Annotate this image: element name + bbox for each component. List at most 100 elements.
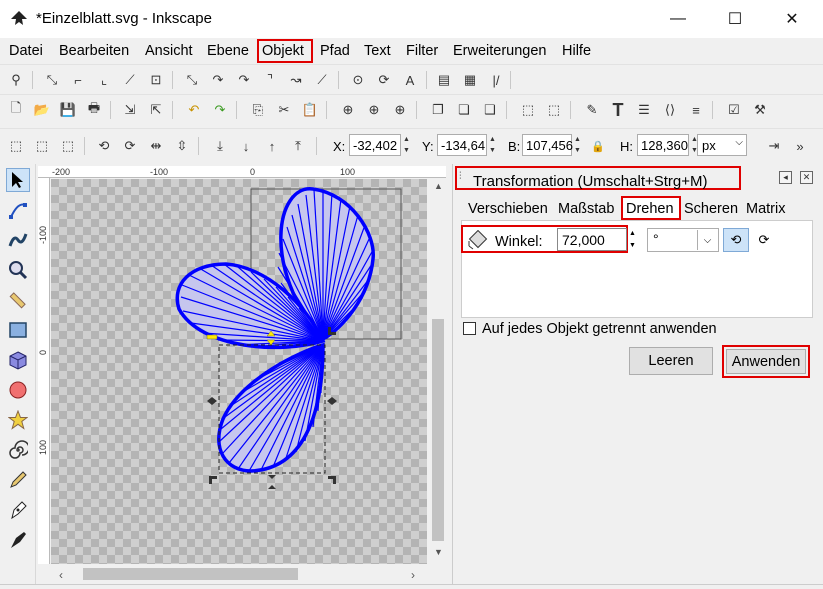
y-spinner[interactable]: ▲ ▼ [487, 134, 498, 156]
apply-button[interactable]: Anwenden [726, 349, 806, 374]
layers-icon[interactable]: ☰ [634, 100, 654, 120]
fill-stroke-icon[interactable]: ✎ [582, 100, 602, 120]
menu-objekt[interactable]: Objekt [262, 43, 304, 59]
drawing-canvas[interactable] [51, 179, 427, 564]
spiral-tool-icon[interactable] [6, 438, 30, 462]
select-all-layers-icon[interactable]: ⬚ [32, 136, 52, 156]
scale-stroke-icon[interactable]: ⇥ [764, 136, 784, 156]
calligraphy-tool-icon[interactable] [6, 528, 30, 552]
raise-icon[interactable]: ↑ [262, 136, 282, 156]
rotate-cw-icon[interactable]: ⟳ [120, 136, 140, 156]
snap-intersection-icon[interactable]: ↷ [234, 70, 254, 90]
vertical-scrollbar[interactable]: ▲ ▼ [428, 179, 448, 564]
snap-bbox-midpoint-icon[interactable]: ⟋ [120, 70, 140, 90]
menu-datei[interactable]: Datei [9, 43, 43, 59]
menu-filter[interactable]: Filter [406, 43, 438, 59]
menu-hilfe[interactable]: Hilfe [562, 43, 591, 59]
scroll-down-icon[interactable]: ▼ [434, 547, 443, 557]
preferences-icon[interactable]: ⚒ [750, 100, 770, 120]
menu-erweiterungen[interactable]: Erweiterungen [453, 43, 547, 59]
vertical-scroll-thumb[interactable] [432, 319, 444, 541]
lower-icon[interactable]: ↓ [236, 136, 256, 156]
scroll-left-icon[interactable]: ‹ [59, 568, 63, 582]
apply-each-label[interactable]: Auf jedes Objekt getrennt anwenden [482, 321, 717, 337]
new-document-icon[interactable]: 🗋 [6, 100, 26, 120]
snap-text-baseline-icon[interactable]: A [400, 70, 420, 90]
measure-tool-icon[interactable] [6, 288, 30, 312]
align-distribute-icon[interactable]: ≡ [686, 100, 706, 120]
ungroup-icon[interactable]: ⬚ [544, 100, 564, 120]
snap-nodes-icon[interactable]: ⤡ [182, 70, 202, 90]
cut-icon[interactable]: ✂ [274, 100, 294, 120]
lock-ratio-icon[interactable]: 🔒 [588, 136, 608, 156]
copy-icon[interactable]: ⎘ [248, 100, 268, 120]
maximize-button[interactable]: ☐ [706, 0, 764, 38]
export-icon[interactable]: ⇱ [146, 100, 166, 120]
tab-drehen[interactable]: Drehen [626, 201, 674, 217]
y-field[interactable]: -134,64 [437, 134, 487, 156]
snap-grid-icon[interactable]: ▦ [460, 70, 480, 90]
dialog-close-icon[interactable]: ✕ [800, 171, 813, 184]
zoom-tool-icon[interactable] [6, 258, 30, 282]
flip-vertical-icon[interactable]: ⇳ [172, 136, 192, 156]
deselect-icon[interactable]: ⬚ [58, 136, 78, 156]
text-font-icon[interactable]: T [608, 100, 628, 120]
lower-bottom-icon[interactable]: ⤓ [210, 136, 230, 156]
width-field[interactable]: 107,456 [522, 134, 573, 156]
undo-icon[interactable]: ↶ [184, 100, 204, 120]
xml-editor-icon[interactable]: ⟨⟩ [660, 100, 680, 120]
duplicate-icon[interactable]: ❐ [428, 100, 448, 120]
menu-ansicht[interactable]: Ansicht [145, 43, 193, 59]
flip-horizontal-icon[interactable]: ⇹ [146, 136, 166, 156]
tweak-tool-icon[interactable] [6, 228, 30, 252]
unit-select[interactable]: px ⌵ [697, 134, 747, 156]
dialog-iconify-icon[interactable]: ◂ [779, 171, 792, 184]
zoom-selection-icon[interactable]: ⊕ [338, 100, 358, 120]
print-icon[interactable]: 🖶 [84, 100, 104, 120]
unlink-clone-icon[interactable]: ❑ [480, 100, 500, 120]
selector-tool-icon[interactable] [6, 168, 30, 192]
snap-bbox-corner-icon[interactable]: ⌞ [94, 70, 114, 90]
rotate-ccw-direction-icon[interactable]: ⟲ [723, 228, 749, 252]
open-folder-icon[interactable]: 📂 [32, 100, 52, 120]
apply-each-checkbox[interactable] [463, 322, 476, 335]
tab-matrix[interactable]: Matrix [746, 201, 785, 217]
x-field[interactable]: -32,402 [349, 134, 401, 156]
save-icon[interactable]: 💾 [58, 100, 78, 120]
snap-midpoint-icon[interactable]: ⟋ [312, 70, 332, 90]
import-icon[interactable]: ⇲ [120, 100, 140, 120]
horizontal-scroll-thumb[interactable] [83, 568, 298, 580]
snap-center-icon[interactable]: ⊙ [348, 70, 368, 90]
snap-page-icon[interactable]: ▤ [434, 70, 454, 90]
close-button[interactable]: ✕ [763, 0, 821, 38]
scroll-right-icon[interactable]: › [411, 568, 415, 582]
angle-input[interactable]: 72,000 [557, 228, 627, 251]
snap-toggle-icon[interactable]: ⚲ [6, 70, 26, 90]
scroll-up-icon[interactable]: ▲ [434, 181, 443, 191]
menu-text[interactable]: Text [364, 43, 391, 59]
snap-smooth-icon[interactable]: ↝ [286, 70, 306, 90]
raise-top-icon[interactable]: ⤒ [288, 136, 308, 156]
tab-verschieben[interactable]: Verschieben [468, 201, 548, 217]
snap-path-icon[interactable]: ↷ [208, 70, 228, 90]
pencil-tool-icon[interactable] [6, 468, 30, 492]
ellipse-tool-icon[interactable] [6, 378, 30, 402]
snap-guide-icon[interactable]: |/ [486, 70, 506, 90]
rotate-ccw-icon[interactable]: ⟲ [94, 136, 114, 156]
snap-bbox-center-icon[interactable]: ⊡ [146, 70, 166, 90]
node-tool-icon[interactable] [6, 198, 30, 222]
clone-icon[interactable]: ❏ [454, 100, 474, 120]
select-all-icon[interactable]: ⬚ [6, 136, 26, 156]
snap-bbox-icon[interactable]: ⤡ [42, 70, 62, 90]
zoom-page-icon[interactable]: ⊕ [390, 100, 410, 120]
paste-icon[interactable]: 📋 [300, 100, 320, 120]
rotate-cw-direction-icon[interactable]: ⟳ [751, 228, 777, 252]
rectangle-tool-icon[interactable] [6, 318, 30, 342]
chevron-down-icon[interactable]: ⌵ [697, 230, 717, 250]
height-field[interactable]: 128,360 [637, 134, 689, 156]
redo-icon[interactable]: ↷ [210, 100, 230, 120]
menu-ebene[interactable]: Ebene [207, 43, 249, 59]
tab-massstab[interactable]: Maßstab [558, 201, 614, 217]
clear-button[interactable]: Leeren [629, 347, 713, 375]
document-properties-icon[interactable]: ☑ [724, 100, 744, 120]
